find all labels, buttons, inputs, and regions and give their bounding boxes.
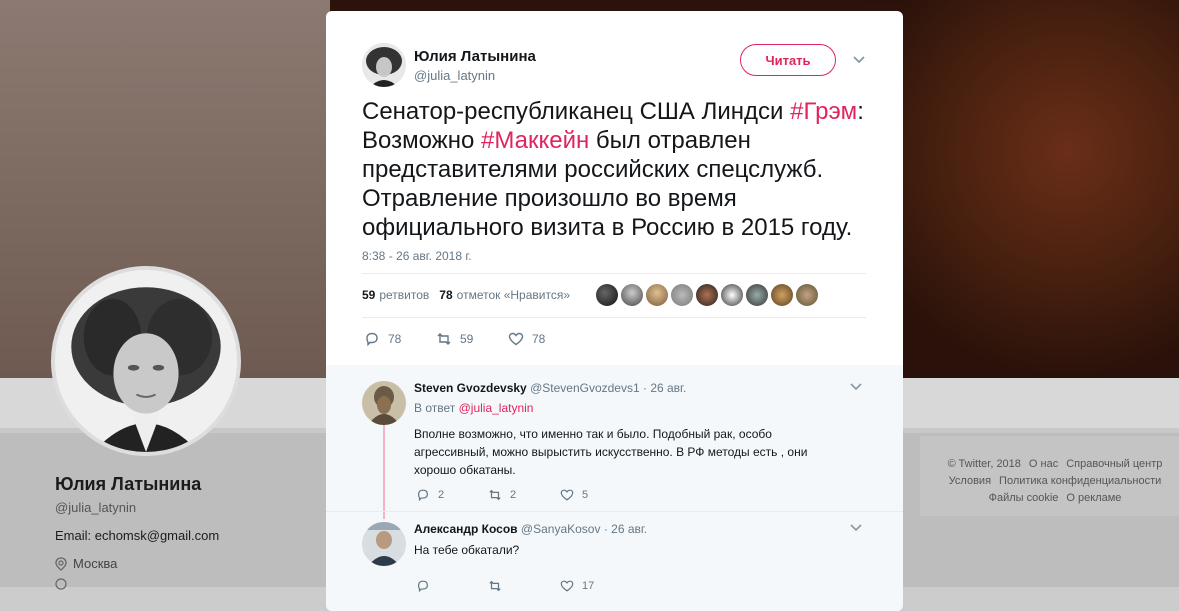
reply-tweet[interactable]: Steven Gvozdevsky @StevenGvozdevs1 · 26 … bbox=[362, 381, 882, 511]
profile-email: Email: echomsk@gmail.com bbox=[55, 528, 220, 543]
reply-date[interactable]: · 26 авг. bbox=[643, 381, 686, 395]
location-pin-icon bbox=[55, 556, 67, 571]
retweet-action-count: 59 bbox=[460, 332, 474, 346]
retweet-icon bbox=[437, 333, 451, 345]
retweet-count-label[interactable]: ретвитов bbox=[379, 288, 429, 302]
in-reply-to: В ответ @julia_latynin bbox=[414, 401, 533, 415]
heart-icon bbox=[560, 580, 574, 592]
chevron-down-icon[interactable] bbox=[850, 383, 862, 391]
heart-icon bbox=[560, 489, 574, 501]
tweet-stats: 59 ретвитов 78 отметок «Нравится» bbox=[362, 288, 570, 302]
profile-location-text: Москва bbox=[73, 556, 118, 571]
profile-location: Москва bbox=[55, 556, 117, 571]
liker-avatar[interactable] bbox=[621, 284, 643, 306]
footer-ads[interactable]: О рекламе bbox=[1066, 492, 1121, 504]
reply-action[interactable]: 78 bbox=[364, 331, 436, 347]
profile-handle[interactable]: @julia_latynin bbox=[55, 500, 136, 515]
tweet-actions: 78 59 78 bbox=[364, 331, 580, 347]
reply-icon bbox=[418, 489, 428, 502]
profile-link-row bbox=[55, 578, 67, 590]
reply-author-handle[interactable]: @SanyaKosov bbox=[521, 522, 601, 536]
like-action[interactable]: 17 bbox=[560, 579, 632, 593]
profile-avatar[interactable] bbox=[51, 266, 241, 456]
heart-icon bbox=[508, 332, 524, 346]
like-count: 17 bbox=[582, 580, 595, 592]
tweet-text-part: Сенатор-республиканец США Линдси bbox=[362, 98, 791, 125]
footer-cookies[interactable]: Файлы cookie bbox=[989, 492, 1059, 504]
liker-avatar[interactable] bbox=[721, 284, 743, 306]
reply-tweet[interactable]: Александр Косов @SanyaKosov · 26 авг. На… bbox=[362, 522, 882, 602]
divider bbox=[362, 317, 866, 318]
retweet-count: 2 bbox=[510, 489, 517, 501]
reply-text: На тебе обкатали? bbox=[414, 543, 520, 557]
tweet-modal: Юлия Латынина @julia_latynin Читать Сена… bbox=[326, 11, 903, 611]
reply-actions: 17 bbox=[416, 579, 632, 593]
liker-avatar[interactable] bbox=[646, 284, 668, 306]
reply-icon bbox=[366, 332, 378, 347]
reply-author-avatar[interactable] bbox=[362, 381, 406, 425]
reply-author-avatar[interactable] bbox=[362, 522, 406, 566]
reply-count: 78 bbox=[388, 332, 402, 346]
liker-avatar[interactable] bbox=[696, 284, 718, 306]
footer-terms[interactable]: Условия bbox=[949, 475, 991, 487]
follow-button[interactable]: Читать bbox=[740, 44, 836, 76]
chevron-down-icon[interactable] bbox=[850, 524, 862, 532]
reply-count: 2 bbox=[438, 489, 445, 501]
profile-name[interactable]: Юлия Латынина bbox=[55, 474, 201, 495]
retweet-icon bbox=[489, 489, 501, 501]
reply-action[interactable] bbox=[416, 579, 488, 593]
reply-action[interactable]: 2 bbox=[416, 488, 488, 502]
liker-avatar[interactable] bbox=[796, 284, 818, 306]
reply-icon bbox=[418, 580, 428, 593]
tweet-timestamp[interactable]: 8:38 - 26 авг. 2018 г. bbox=[362, 249, 472, 263]
reply-actions: 2 2 5 bbox=[416, 488, 632, 502]
retweet-icon bbox=[489, 580, 501, 592]
footer-links: © Twitter, 2018 О нас Справочный центр Усл… bbox=[935, 456, 1175, 507]
divider bbox=[362, 273, 866, 274]
like-action[interactable]: 78 bbox=[508, 331, 580, 347]
reply-author-handle[interactable]: @StevenGvozdevs1 bbox=[530, 381, 640, 395]
tweet-text: Сенатор-республиканец США Линдси #Грэм: … bbox=[362, 97, 882, 242]
in-reply-prefix: В ответ bbox=[414, 401, 459, 415]
reply-date[interactable]: · 26 авг. bbox=[604, 522, 647, 536]
hashtag-link[interactable]: #Грэм bbox=[790, 98, 857, 125]
tweet-header: Юлия Латынина @julia_latynin bbox=[362, 43, 536, 87]
reply-author-name[interactable]: Steven Gvozdevsky bbox=[414, 381, 527, 395]
tweet-author-handle[interactable]: @julia_latynin bbox=[414, 68, 536, 83]
link-icon bbox=[55, 578, 67, 590]
liker-avatar[interactable] bbox=[596, 284, 618, 306]
tweet-author-avatar[interactable] bbox=[362, 43, 406, 87]
like-count[interactable]: 78 bbox=[439, 288, 452, 302]
reply-header: Steven Gvozdevsky @StevenGvozdevs1 · 26 … bbox=[414, 381, 686, 395]
retweet-count[interactable]: 59 bbox=[362, 288, 375, 302]
retweet-action[interactable]: 2 bbox=[488, 488, 560, 502]
like-action-count: 78 bbox=[532, 332, 546, 346]
liker-avatar[interactable] bbox=[746, 284, 768, 306]
footer-help[interactable]: Справочный центр bbox=[1066, 458, 1162, 470]
tweet-author-name[interactable]: Юлия Латынина bbox=[414, 48, 536, 65]
liker-avatar[interactable] bbox=[771, 284, 793, 306]
reply-author-name[interactable]: Александр Косов bbox=[414, 522, 518, 536]
retweet-action[interactable] bbox=[488, 579, 560, 593]
in-reply-link[interactable]: @julia_latynin bbox=[459, 401, 534, 415]
divider bbox=[326, 511, 903, 512]
chevron-down-icon[interactable] bbox=[852, 55, 866, 65]
like-count: 5 bbox=[582, 489, 589, 501]
footer-copyright: © Twitter, 2018 bbox=[947, 458, 1021, 470]
liker-avatars bbox=[596, 284, 818, 306]
reply-text: Вполне возможно, что именно так и было. … bbox=[414, 427, 808, 477]
like-action[interactable]: 5 bbox=[560, 488, 632, 502]
reply-header: Александр Косов @SanyaKosov · 26 авг. bbox=[414, 522, 647, 536]
hashtag-link[interactable]: #Маккейн bbox=[481, 127, 589, 154]
retweet-action[interactable]: 59 bbox=[436, 331, 508, 347]
footer-privacy[interactable]: Политика конфиденциальности bbox=[999, 475, 1161, 487]
footer-about[interactable]: О нас bbox=[1029, 458, 1058, 470]
liker-avatar[interactable] bbox=[671, 284, 693, 306]
like-count-label[interactable]: отметок «Нравится» bbox=[457, 288, 570, 302]
